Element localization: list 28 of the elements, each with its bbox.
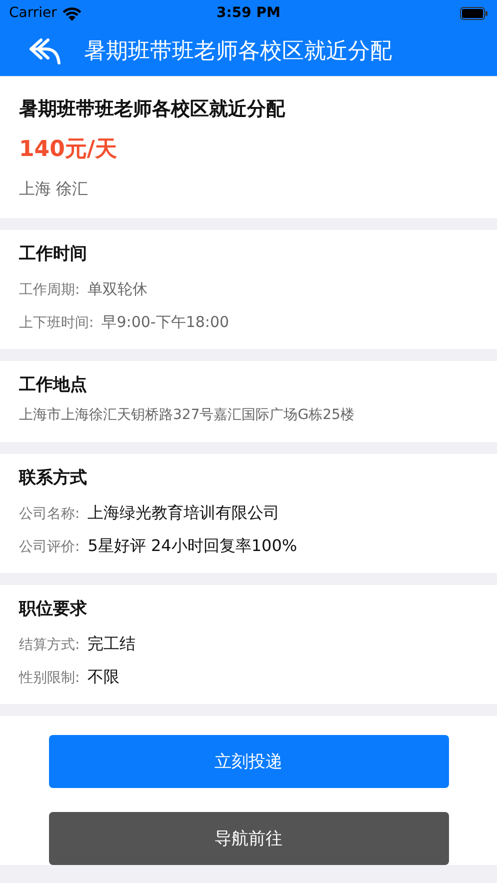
- field-label: 公司评价:: [19, 538, 80, 556]
- section-heading: 联系方式: [19, 467, 88, 489]
- field-value: 不限: [88, 667, 120, 688]
- field-value: 单双轮休: [88, 280, 148, 299]
- navigate-button[interactable]: 导航前往: [48, 812, 448, 865]
- field-label: 工作周期:: [19, 280, 80, 298]
- field-label: 结算方式:: [19, 636, 80, 654]
- page-title: 暑期班带班老师各校区就近分配: [84, 38, 392, 66]
- status-time: 3:59 PM: [216, 5, 280, 21]
- field-value: 上海绿光教育培训有限公司: [88, 503, 280, 524]
- address-text: 上海市上海徐汇天钥桥路327号嘉汇国际广场G栋25楼: [19, 406, 356, 425]
- field-value: 早9:00-下午18:00: [102, 313, 230, 332]
- field-label: 公司名称:: [19, 504, 80, 522]
- field-value: 完工结: [88, 634, 136, 655]
- job-title: 暑期班带班老师各校区就近分配: [19, 97, 286, 122]
- section-heading: 工作时间: [19, 243, 88, 265]
- wifi-icon: [62, 6, 82, 20]
- section-heading: 职位要求: [19, 598, 88, 620]
- field-label: 上下班时间:: [19, 314, 94, 332]
- submit-button[interactable]: 立刻投递: [48, 735, 448, 788]
- field-label: 性别限制:: [19, 668, 80, 686]
- back-button[interactable]: [28, 36, 62, 66]
- location-text: 上海 徐汇: [19, 179, 90, 200]
- battery-icon: [460, 6, 488, 20]
- field-value: 5星好评 24小时回复率100%: [88, 536, 298, 557]
- section-heading: 工作地点: [19, 374, 88, 396]
- salary-text: 140元/天: [19, 136, 118, 164]
- carrier-label: Carrier: [9, 5, 57, 21]
